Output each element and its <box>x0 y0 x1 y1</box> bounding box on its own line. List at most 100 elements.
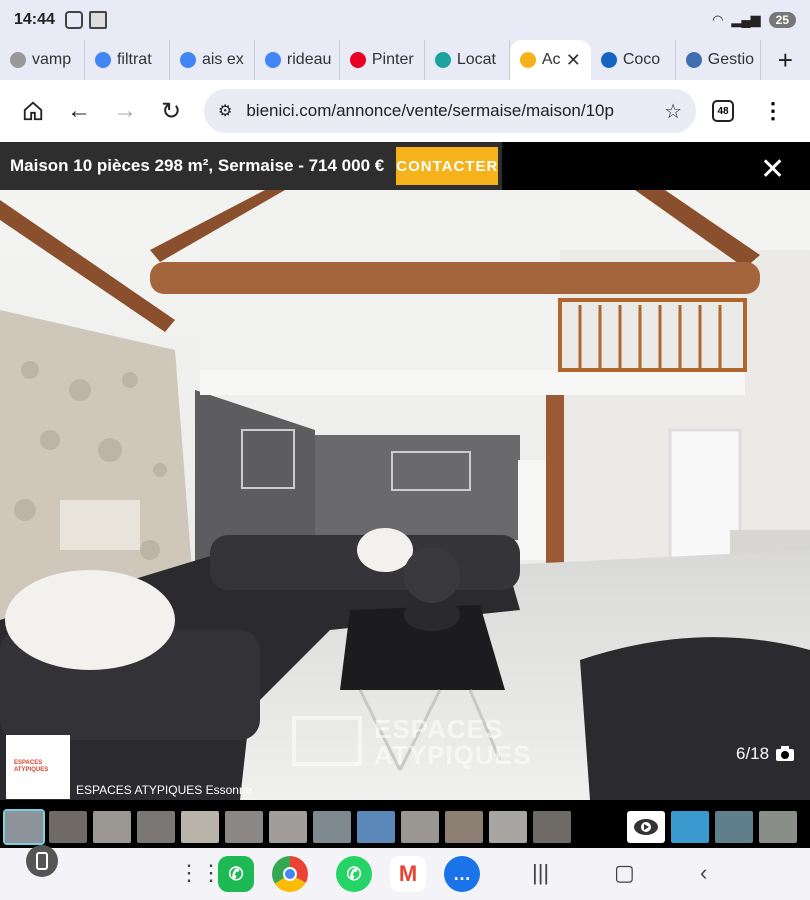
eye-icon <box>634 819 658 835</box>
signal-icon: ▂▄▆ <box>731 12 761 27</box>
coco-icon <box>600 52 617 68</box>
gallery-thumbnail[interactable] <box>357 811 395 843</box>
google-icon <box>179 52 196 68</box>
reload-button[interactable]: ↻ <box>148 88 194 134</box>
photo-counter: 6/18 <box>736 744 795 764</box>
browser-tab[interactable]: vamp <box>0 40 85 80</box>
gallery-thumbnail[interactable] <box>445 811 483 843</box>
site-settings-icon[interactable]: ⚙ <box>218 101 232 121</box>
tab-strip: vamp filtrat ais ex rideau Pinter Locat Ac ✕ Coc… <box>0 40 810 80</box>
battery-badge: 25 <box>768 12 796 28</box>
screenshot-icon <box>64 11 83 29</box>
browser-tab[interactable]: Gestio <box>676 40 761 80</box>
gallery-photo[interactable] <box>0 190 810 800</box>
browser-tab-label: filtrat <box>116 51 152 68</box>
gallery-thumbnail[interactable] <box>49 811 87 843</box>
watermark-logo-icon <box>292 716 362 766</box>
app-notification-icon <box>88 11 107 29</box>
gallery-thumbnail[interactable] <box>137 811 175 843</box>
gallery-thumbnail[interactable] <box>401 811 439 843</box>
reload-icon: ↻ <box>160 97 182 125</box>
close-gallery-button[interactable]: ✕ <box>760 155 785 185</box>
home-system-button[interactable]: ▢ <box>614 860 635 886</box>
browser-tab-label: ais ex <box>201 51 244 68</box>
browser-toolbar: ← → ↻ ⚙ bienici.com/annonce/vente/sermai… <box>0 80 810 142</box>
browser-tab-label: vamp <box>32 51 72 68</box>
agency-logo-text: ESPACES ATYPIQUES <box>14 760 49 773</box>
system-nav-bar: ⋮⋮ ✆ ✆ M … ||| ▢ ‹ <box>0 848 810 900</box>
close-tab-icon[interactable]: ✕ <box>566 50 581 71</box>
clock: 14:44 <box>14 11 55 28</box>
browser-tab-label: Ac <box>541 51 561 68</box>
browser-tab-label: Locat <box>456 51 496 68</box>
browser-tab-label: rideau <box>286 51 332 68</box>
tab-switcher-button[interactable]: 48 <box>712 100 734 122</box>
messages-app-icon[interactable]: … <box>444 856 480 892</box>
browser-tab[interactable]: ais ex <box>170 40 255 80</box>
new-tab-button[interactable]: + <box>761 45 810 76</box>
gallery-thumbnail[interactable] <box>715 811 753 843</box>
thumbnail-strip <box>0 806 810 848</box>
google-icon <box>264 52 281 68</box>
contact-button[interactable]: CONTACTER <box>396 147 499 185</box>
gallery-thumbnail[interactable] <box>93 811 131 843</box>
home-button[interactable] <box>10 88 56 134</box>
photo-watermark: ESPACES ATYPIQUES <box>292 716 531 768</box>
watermark-line1: ESPACES <box>374 714 504 744</box>
app-drawer-icon[interactable]: ⋮⋮ <box>178 860 222 886</box>
watermark-line2: ATYPIQUES <box>374 740 532 770</box>
gallery-thumbnail[interactable] <box>225 811 263 843</box>
pinterest-icon <box>349 52 366 68</box>
browser-tab[interactable]: filtrat <box>85 40 170 80</box>
browser-tab[interactable]: Ac ✕ <box>509 40 591 80</box>
listing-title: Maison 10 pièces 298 m², Sermaise - 714 … <box>10 156 385 175</box>
browser-tab[interactable]: Coco <box>591 40 676 80</box>
gallery-thumbnail[interactable] <box>671 811 709 843</box>
home-icon <box>23 101 43 121</box>
gallery-thumbnail[interactable] <box>181 811 219 843</box>
phone-rotate-icon <box>36 852 48 870</box>
listing-header: Maison 10 pièces 298 m², Sermaise - 714 … <box>0 142 502 190</box>
address-bar[interactable]: ⚙ bienici.com/annonce/vente/sermaise/mai… <box>204 89 696 133</box>
gallery-thumbnail[interactable] <box>533 811 571 843</box>
whatsapp-app-icon[interactable]: ✆ <box>336 856 372 892</box>
shield-icon <box>685 52 702 68</box>
site-icon <box>10 52 26 68</box>
gallery-thumbnail[interactable] <box>759 811 797 843</box>
location-icon <box>434 52 451 68</box>
photo-counter-text: 6/18 <box>736 744 770 763</box>
arrow-left-icon: ← <box>67 97 91 124</box>
video-tour-button[interactable] <box>627 811 665 843</box>
browser-tab[interactable]: rideau <box>255 40 340 80</box>
google-icon <box>94 52 111 68</box>
phone-app-icon[interactable]: ✆ <box>218 856 254 892</box>
url-text: bienici.com/annonce/vente/sermaise/maiso… <box>246 101 614 120</box>
status-bar: 14:44 ◠ ▂▄▆ 25 <box>0 0 810 40</box>
bookmark-star-icon[interactable]: ☆ <box>664 99 682 124</box>
browser-tab[interactable]: Pinter <box>340 40 425 80</box>
back-button[interactable]: ← <box>56 88 102 134</box>
gmail-app-icon[interactable]: M <box>390 856 426 892</box>
browser-tab[interactable]: Locat <box>425 40 510 80</box>
agency-logo[interactable]: ESPACES ATYPIQUES <box>6 735 70 799</box>
recent-apps-button[interactable]: ||| <box>532 860 549 886</box>
overflow-menu-icon[interactable]: ⋮ <box>762 98 784 124</box>
browser-tab-label: Pinter <box>371 51 414 68</box>
gallery-thumbnail[interactable] <box>489 811 527 843</box>
camera-icon <box>776 746 795 761</box>
gallery-thumbnail[interactable] <box>313 811 351 843</box>
agency-name: ESPACES ATYPIQUES Essonne <box>76 783 253 797</box>
browser-tab-label: Coco <box>622 51 661 68</box>
wifi-icon: ◠ <box>712 12 724 27</box>
back-system-button[interactable]: ‹ <box>700 860 707 886</box>
gallery-thumbnail[interactable] <box>3 809 45 845</box>
close-icon: ✕ <box>760 153 786 186</box>
gallery-thumbnail[interactable] <box>269 811 307 843</box>
forward-button[interactable]: → <box>102 88 148 134</box>
screen-rotate-button[interactable] <box>26 845 58 877</box>
arrow-right-icon: → <box>113 97 137 124</box>
browser-tab-label: Gestio <box>707 51 755 68</box>
chrome-app-icon[interactable] <box>272 856 308 892</box>
living-room-photo <box>0 190 810 800</box>
bienici-icon <box>519 52 536 68</box>
